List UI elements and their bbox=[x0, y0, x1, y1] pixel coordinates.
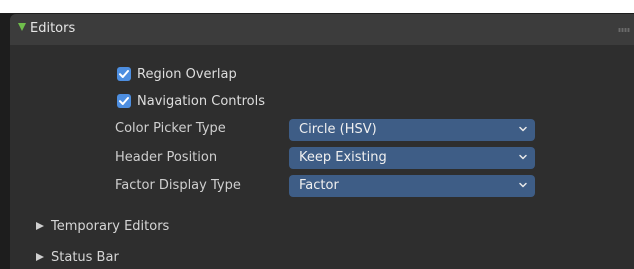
chevron-down-icon bbox=[519, 154, 527, 160]
navigation-controls-row[interactable]: Navigation Controls bbox=[117, 92, 265, 110]
status-bar-label: Status Bar bbox=[51, 249, 119, 265]
header-position-label: Header Position bbox=[115, 150, 218, 165]
header-position-dropdown[interactable]: Keep Existing bbox=[289, 147, 535, 169]
collapsed-arrow-icon bbox=[36, 253, 44, 261]
chevron-down-icon bbox=[519, 182, 527, 188]
preferences-window: Editors Region Overlap Navigation Contro… bbox=[0, 0, 634, 269]
temporary-editors-label: Temporary Editors bbox=[51, 218, 170, 234]
region-overlap-label: Region Overlap bbox=[137, 66, 237, 82]
chevron-down-icon bbox=[519, 126, 527, 132]
factor-display-type-value: Factor bbox=[299, 178, 339, 193]
color-picker-type-dropdown[interactable]: Circle (HSV) bbox=[289, 119, 535, 141]
region-overlap-row[interactable]: Region Overlap bbox=[117, 65, 237, 83]
navigation-controls-checkbox[interactable] bbox=[117, 94, 131, 108]
collapsed-arrow-icon bbox=[36, 222, 44, 230]
factor-display-type-label: Factor Display Type bbox=[115, 178, 241, 193]
factor-display-type-dropdown[interactable]: Factor bbox=[289, 175, 535, 197]
checkmark-icon bbox=[119, 70, 129, 78]
navigation-controls-label: Navigation Controls bbox=[137, 93, 266, 109]
status-bar-subpanel[interactable]: Status Bar bbox=[36, 248, 119, 266]
expand-arrow-icon[interactable] bbox=[18, 23, 26, 31]
color-picker-type-label: Color Picker Type bbox=[115, 121, 226, 136]
header-position-value: Keep Existing bbox=[299, 150, 387, 165]
temporary-editors-subpanel[interactable]: Temporary Editors bbox=[36, 217, 169, 235]
editors-panel-header[interactable]: Editors bbox=[10, 14, 634, 45]
panel-title: Editors bbox=[30, 21, 76, 36]
color-picker-type-value: Circle (HSV) bbox=[299, 122, 377, 137]
drag-grip-icon[interactable] bbox=[618, 28, 630, 32]
region-overlap-checkbox[interactable] bbox=[117, 67, 131, 81]
checkmark-icon bbox=[119, 97, 129, 105]
top-strip bbox=[0, 0, 634, 13]
